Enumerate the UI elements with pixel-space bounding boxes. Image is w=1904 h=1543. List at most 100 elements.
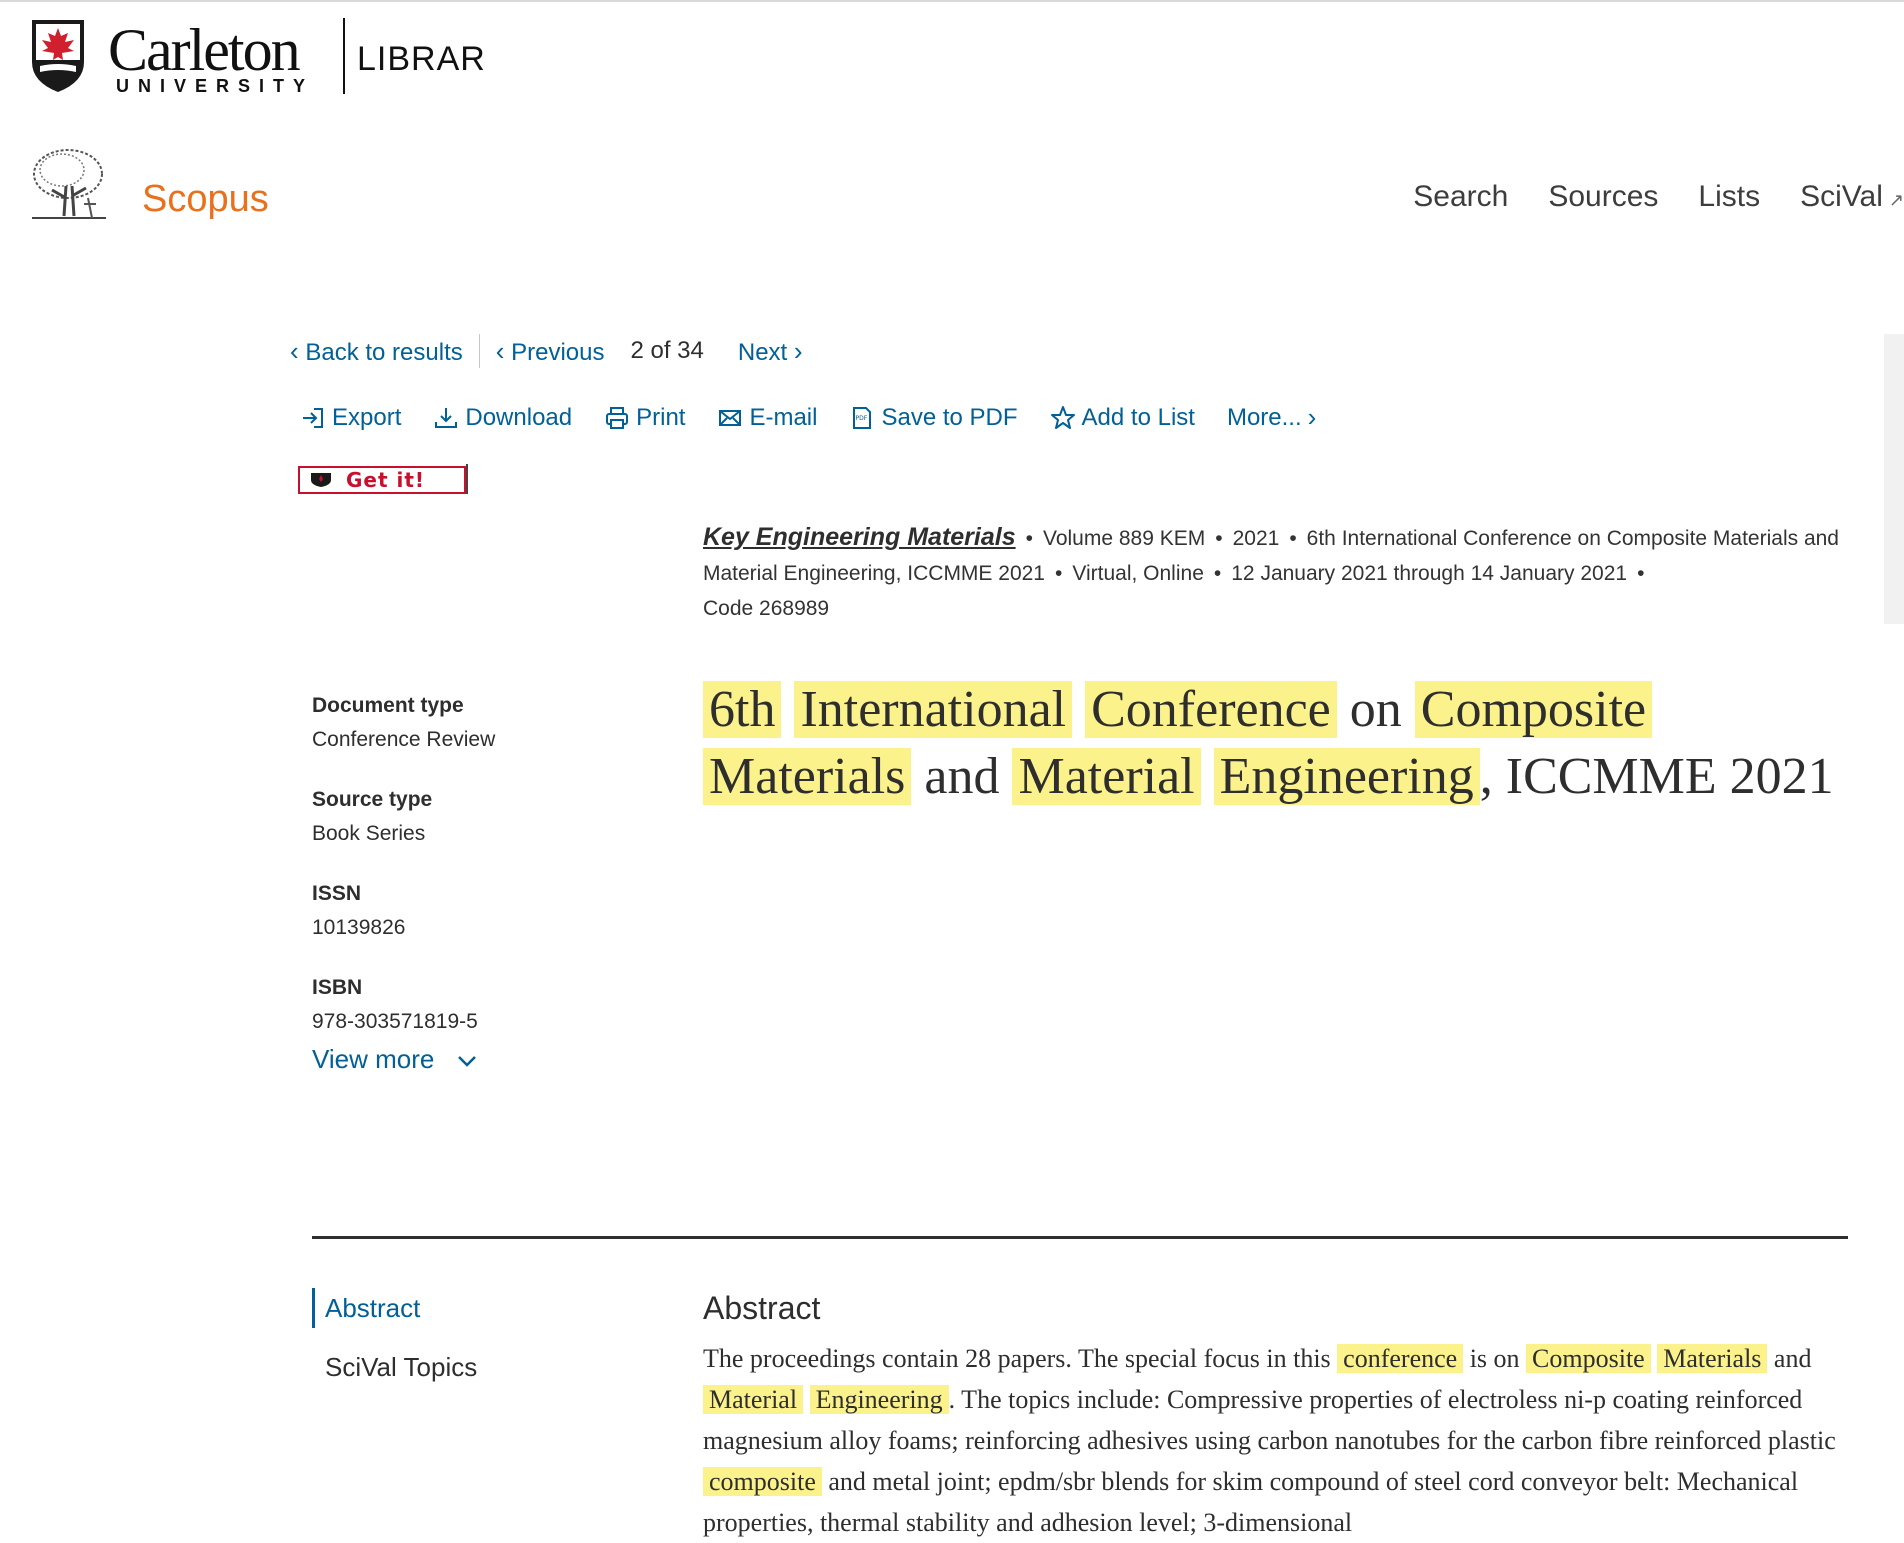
source-info: Key Engineering Materials • Volume 889 KEM… — [703, 520, 1853, 626]
document-type-value: Conference Review — [312, 728, 496, 751]
document-type-label: Document type — [312, 694, 464, 717]
email-button[interactable]: E-mail — [717, 404, 817, 432]
issn-label: ISSN — [312, 882, 362, 905]
print-button[interactable]: Print — [604, 404, 685, 432]
abstract-highlight: conference — [1337, 1344, 1464, 1373]
volume: Volume 889 KEM — [1042, 527, 1206, 550]
bullet: • — [1213, 562, 1222, 585]
title-highlight: Conference — [1085, 681, 1337, 738]
view-more-label: View more — [312, 1044, 435, 1074]
next-link[interactable]: Next › — [738, 336, 803, 367]
document-metadata: Document type Conference Review Source t… — [312, 694, 612, 1070]
abstract-fragment: and metal joint; epdm/sbr blends for ski… — [703, 1467, 1799, 1537]
back-to-results-link[interactable]: ‹ Back to results — [290, 336, 463, 367]
year: 2021 — [1232, 527, 1280, 550]
back-label: Back to results — [305, 338, 463, 366]
external-link-icon: ↗ — [1888, 190, 1904, 210]
title-highlight: Material — [1012, 748, 1201, 805]
title-highlight: Materials — [703, 748, 912, 805]
scopus-logo[interactable]: Scopus — [142, 178, 269, 221]
download-icon — [435, 407, 458, 428]
svg-text:PDF: PDF — [856, 415, 868, 422]
nav-scival-label: SciVal — [1800, 180, 1883, 213]
abstract-highlight: Composite — [1526, 1344, 1651, 1373]
abstract-highlight: Material — [703, 1385, 804, 1414]
email-label: E-mail — [749, 403, 818, 431]
nav-separator — [478, 334, 480, 368]
journal-link[interactable]: Key Engineering Materials — [703, 523, 1016, 551]
main-nav: Search Sources Lists SciVal ↗ — [1413, 180, 1904, 214]
carleton-university-label: UNIVERSITY — [116, 76, 315, 96]
nav-scival[interactable]: SciVal ↗ — [1800, 180, 1904, 214]
section-divider — [312, 1236, 1848, 1239]
abstract-highlight: Engineering — [809, 1385, 949, 1414]
export-button[interactable]: Export — [300, 404, 401, 432]
export-icon — [303, 407, 323, 428]
save-pdf-button[interactable]: PDF Save to PDF — [849, 403, 1018, 432]
next-label: Next — [737, 338, 788, 366]
title-highlight: 6th — [703, 681, 782, 738]
source-type-label: Source type — [312, 788, 433, 811]
isbn-value: 978-303571819-5 — [312, 1010, 478, 1033]
document-title: 6th International Conference on Composit… — [703, 676, 1853, 810]
title-word: and — [924, 748, 1000, 805]
scrollbar[interactable] — [1884, 334, 1904, 624]
nav-lists[interactable]: Lists — [1698, 180, 1760, 214]
email-icon — [719, 409, 742, 426]
previous-label: Previous — [511, 338, 605, 366]
bullet: • — [1055, 562, 1063, 585]
section-nav-scival-topics[interactable]: SciVal Topics — [312, 1352, 477, 1383]
title-highlight: International — [794, 681, 1073, 738]
chevron-right-icon: › — [1307, 402, 1317, 432]
abstract-heading: Abstract — [703, 1290, 821, 1326]
bullet: • — [1637, 562, 1645, 585]
more-label: More... — [1226, 403, 1302, 431]
view-more-button[interactable]: View more — [312, 1044, 478, 1075]
abstract-fragment: The proceedings contain 28 papers. The s… — [703, 1344, 1338, 1373]
chevron-left-icon: ‹ — [290, 335, 299, 366]
print-icon — [606, 406, 629, 429]
abstract-fragment: and — [1767, 1344, 1812, 1373]
get-it-label: Get it! — [346, 468, 426, 492]
previous-link[interactable]: ‹ Previous — [496, 336, 605, 367]
title-highlight: Composite — [1414, 681, 1653, 738]
top-border — [0, 0, 1904, 2]
abstract-highlight: Materials — [1657, 1344, 1768, 1373]
abstract-highlight: composite — [703, 1467, 822, 1496]
carleton-shield-icon — [311, 473, 331, 487]
nav-sources[interactable]: Sources — [1548, 180, 1658, 214]
result-navigation: ‹ Back to results ‹ Previous 2 of 34 Nex… — [290, 334, 803, 368]
bullet: • — [1289, 527, 1297, 550]
more-button[interactable]: More... › — [1227, 402, 1316, 433]
title-highlight: Engineering — [1213, 748, 1480, 805]
nav-search[interactable]: Search — [1413, 180, 1508, 214]
carleton-name: Carleton — [108, 17, 301, 83]
carleton-crest-icon — [32, 20, 84, 92]
export-label: Export — [332, 403, 402, 431]
conference-location: Virtual, Online — [1072, 562, 1204, 585]
add-to-list-label: Add to List — [1081, 403, 1195, 431]
save-pdf-label: Save to PDF — [881, 403, 1018, 431]
library-label: LIBRARY — [357, 40, 485, 78]
download-button[interactable]: Download — [433, 404, 572, 432]
get-it-button[interactable]: Get it! — [298, 466, 466, 494]
chevron-down-icon — [457, 1056, 476, 1067]
abstract-text: The proceedings contain 28 papers. The s… — [703, 1338, 1853, 1543]
chevron-left-icon: ‹ — [495, 335, 505, 366]
elsevier-tree-icon[interactable] — [22, 146, 114, 226]
print-label: Print — [636, 403, 686, 431]
abstract-fragment: is on — [1463, 1344, 1527, 1373]
download-label: Download — [465, 403, 573, 431]
add-to-list-button[interactable]: Add to List — [1050, 404, 1195, 432]
conference-dates: 12 January 2021 through 14 January 2021 — [1231, 562, 1628, 585]
logo-divider — [343, 18, 345, 94]
chevron-right-icon: › — [793, 335, 803, 366]
section-nav-abstract[interactable]: Abstract — [312, 1288, 477, 1328]
title-word: , ICCMME 2021 — [1479, 748, 1834, 805]
result-position: 2 of 34 — [630, 337, 704, 364]
section-nav: Abstract SciVal Topics — [312, 1288, 477, 1383]
carleton-library-logo[interactable]: Carleton UNIVERSITY LIBRARY — [30, 17, 485, 98]
bullet: • — [1025, 527, 1033, 550]
text-cursor — [466, 464, 468, 494]
issn-value: 10139826 — [312, 916, 406, 939]
